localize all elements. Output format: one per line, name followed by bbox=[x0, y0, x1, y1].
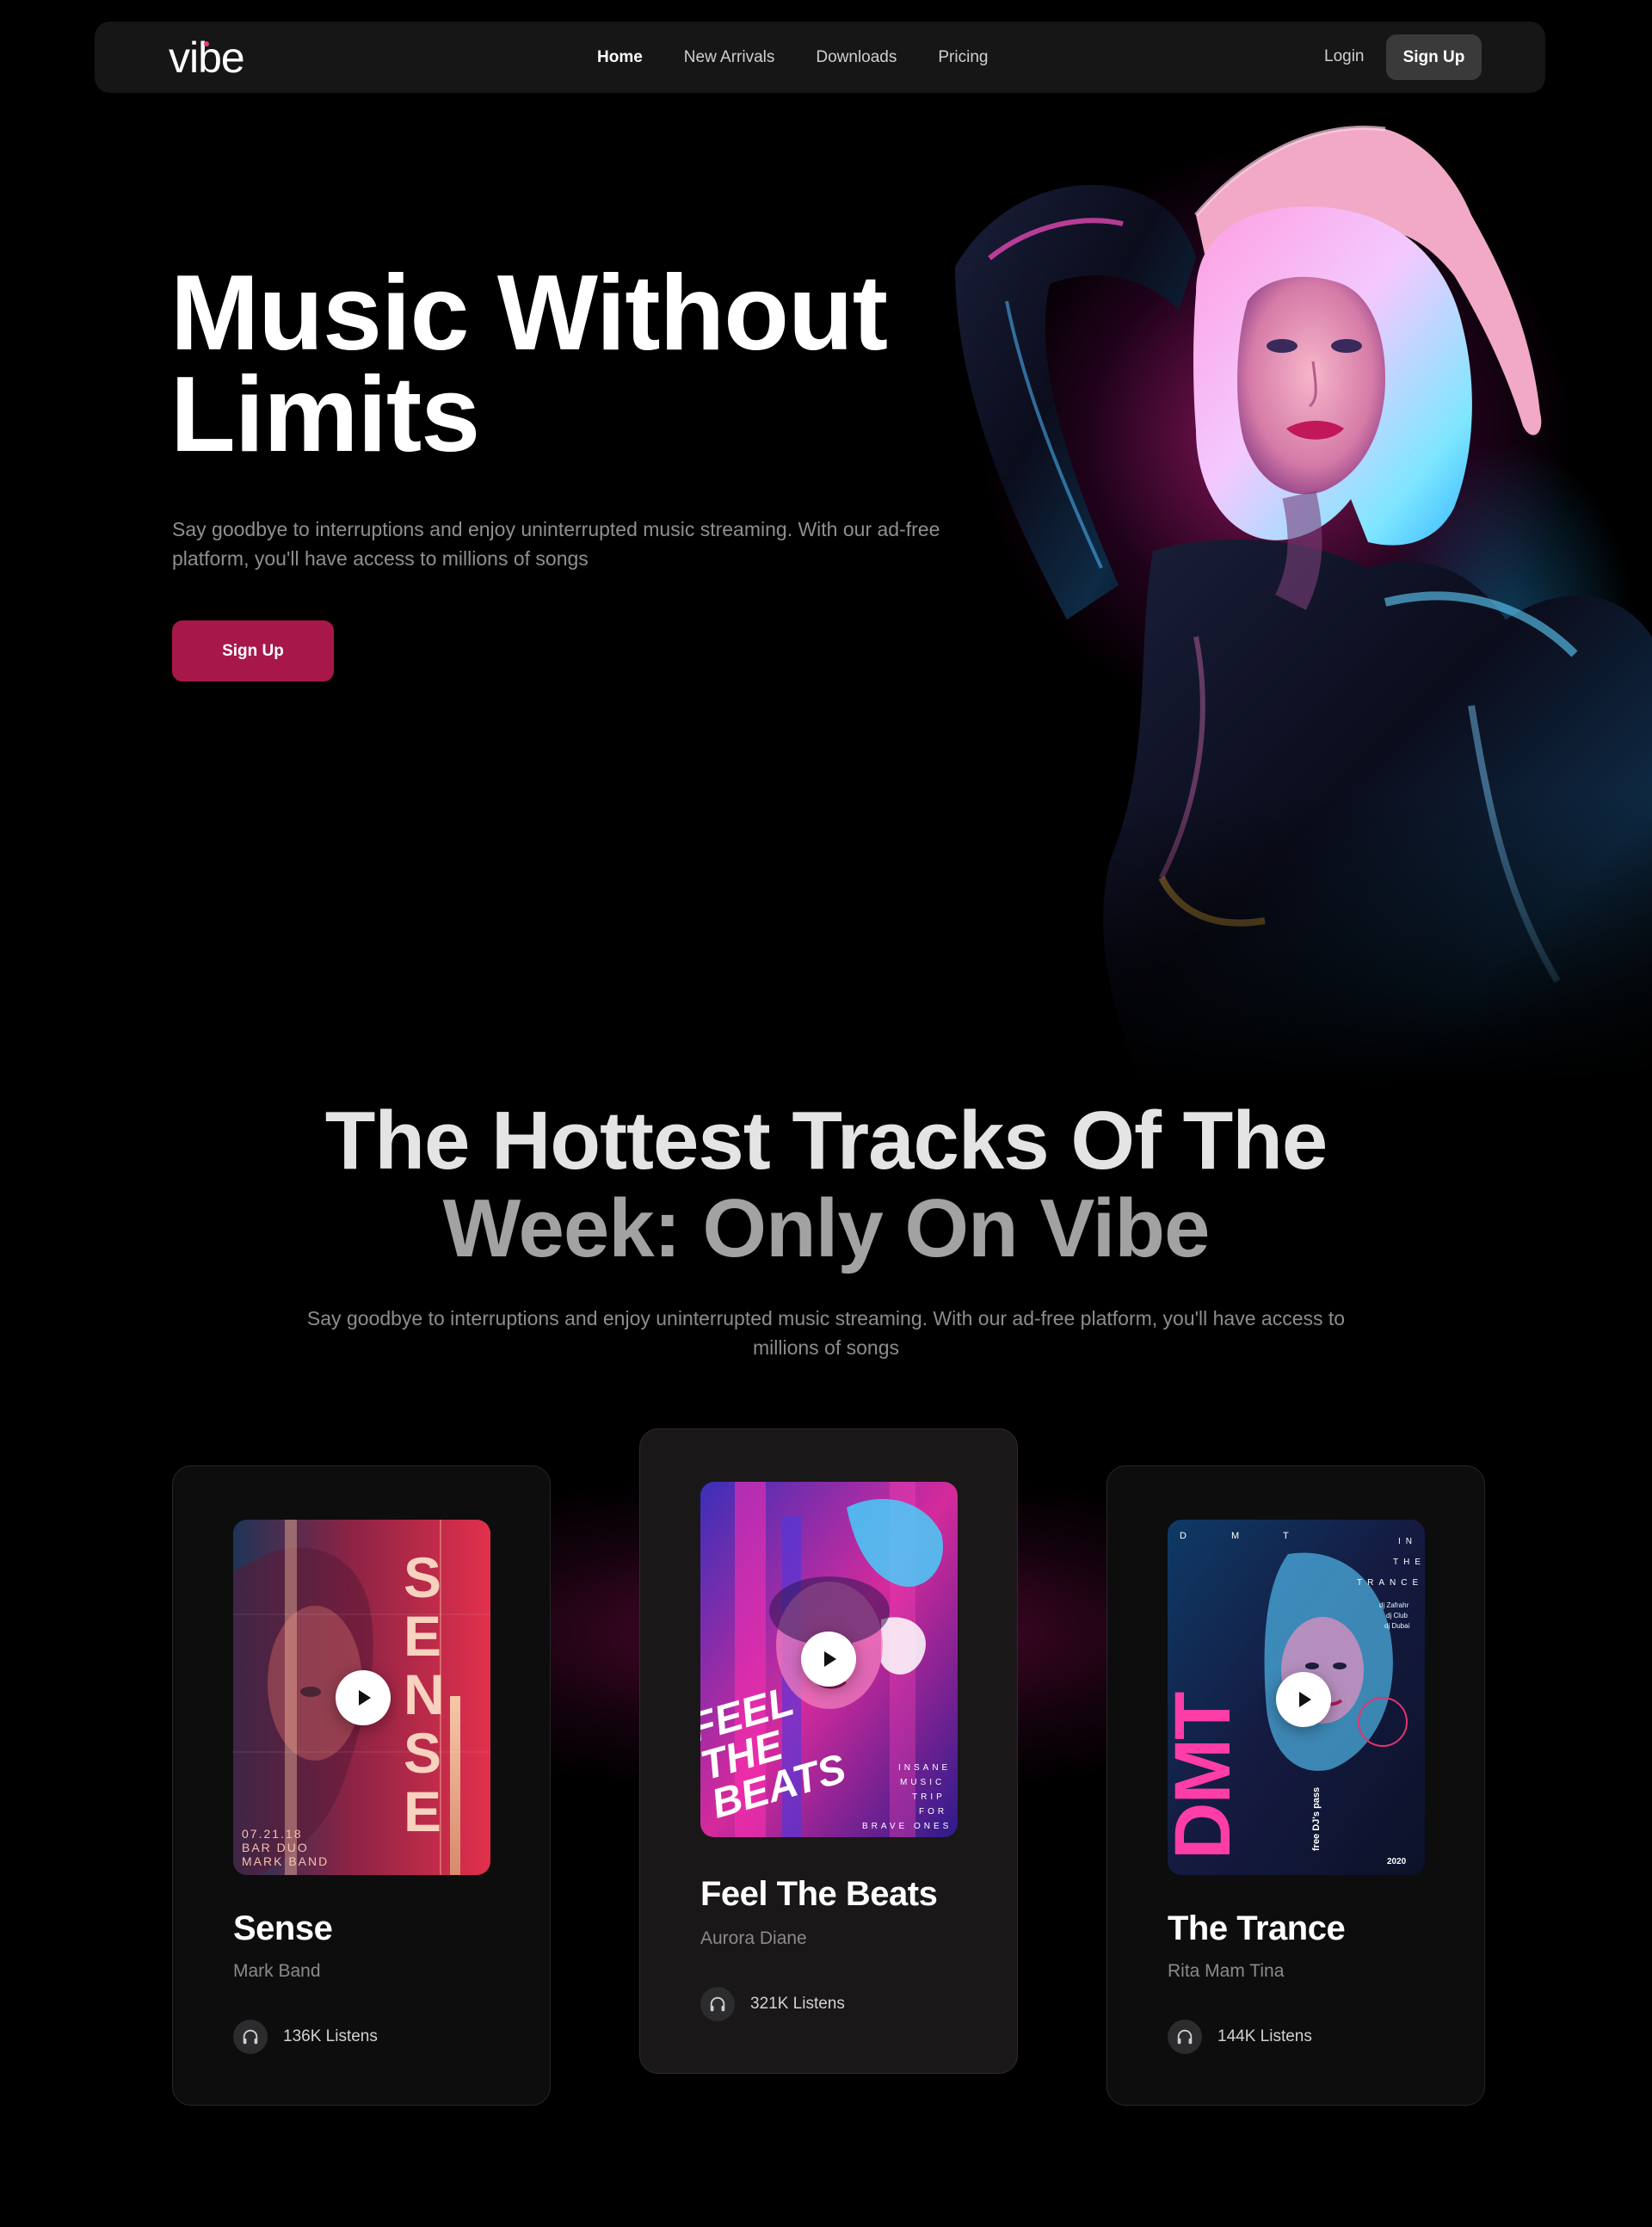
play-button-the-trance[interactable] bbox=[1276, 1672, 1331, 1727]
svg-text:S: S bbox=[404, 1721, 441, 1785]
cover-trance-year: 2020 bbox=[1387, 1857, 1407, 1866]
track-title-sense[interactable]: Sense bbox=[233, 1909, 333, 1948]
svg-text:dj Club: dj Club bbox=[1386, 1612, 1408, 1619]
cover-dmt-word: DMT bbox=[1168, 1692, 1247, 1860]
cover-sense-line3: MARK BAND bbox=[242, 1854, 329, 1868]
track-listens-the-trance: 144K Listens bbox=[1168, 2020, 1312, 2054]
track-card-sense[interactable]: S E N S E 07.21.18 BAR DUO MARK BAND Sen… bbox=[172, 1465, 551, 2106]
svg-text:BRAVE ONES: BRAVE ONES bbox=[862, 1822, 952, 1831]
svg-text:E: E bbox=[404, 1780, 441, 1843]
svg-text:T: T bbox=[1283, 1531, 1289, 1541]
hero-title: Music Without Limits bbox=[170, 254, 888, 474]
track-title-the-trance[interactable]: The Trance bbox=[1168, 1909, 1346, 1948]
nav-links: Home New Arrivals Downloads Pricing bbox=[597, 22, 988, 93]
track-card-the-trance[interactable]: DMT D M T IN THE TRANCE dj Zafrahr dj Cl… bbox=[1106, 1465, 1485, 2106]
tracks-section-title: The Hottest Tracks Of The Week: Only On … bbox=[172, 1097, 1480, 1273]
logo-dot bbox=[204, 41, 209, 46]
svg-text:M: M bbox=[1231, 1531, 1239, 1541]
svg-text:FOR: FOR bbox=[919, 1807, 947, 1817]
svg-text:IN: IN bbox=[1398, 1537, 1417, 1546]
play-icon bbox=[359, 1690, 371, 1706]
nav-link-pricing[interactable]: Pricing bbox=[938, 48, 988, 67]
svg-text:MUSIC: MUSIC bbox=[900, 1778, 945, 1787]
play-icon bbox=[1299, 1692, 1311, 1707]
svg-text:E: E bbox=[404, 1604, 441, 1668]
track-cover-feel-the-beats: FEEL THE BEATS INSANE MUSIC TRIP FOR BRA… bbox=[700, 1482, 958, 1837]
cover-sense-letter: S bbox=[404, 1545, 441, 1609]
track-title-feel-the-beats[interactable]: Feel The Beats bbox=[700, 1875, 938, 1914]
track-card-feel-the-beats[interactable]: FEEL THE BEATS INSANE MUSIC TRIP FOR BRA… bbox=[639, 1428, 1018, 2074]
svg-text:THE: THE bbox=[1393, 1558, 1425, 1567]
top-navbar: vibe Home New Arrivals Downloads Pricing… bbox=[95, 22, 1545, 93]
play-icon bbox=[824, 1651, 836, 1667]
svg-text:TRANCE: TRANCE bbox=[1357, 1578, 1423, 1588]
track-artist-feel-the-beats: Aurora Diane bbox=[700, 1928, 807, 1948]
track-listens-sense: 136K Listens bbox=[233, 2020, 378, 2054]
nav-link-downloads[interactable]: Downloads bbox=[816, 48, 897, 67]
hero-subtitle: Say goodbye to interruptions and enjoy u… bbox=[172, 518, 940, 570]
listens-count: 144K Listens bbox=[1217, 2027, 1312, 2045]
listens-count: 136K Listens bbox=[283, 2027, 378, 2045]
play-button-sense[interactable] bbox=[336, 1670, 391, 1725]
cover-sense-date: 07.21.18 bbox=[242, 1827, 303, 1841]
hero-model-image bbox=[938, 103, 1652, 1084]
headphones-icon bbox=[1168, 2020, 1202, 2054]
svg-text:dj Dubai: dj Dubai bbox=[1384, 1622, 1410, 1630]
nav-link-new-arrivals[interactable]: New Arrivals bbox=[684, 48, 775, 67]
nav-signup-button[interactable]: Sign Up bbox=[1386, 34, 1482, 80]
login-link[interactable]: Login bbox=[1324, 47, 1365, 66]
track-cover-sense: S E N S E 07.21.18 BAR DUO MARK BAND bbox=[233, 1520, 490, 1875]
svg-text:dj Zafrahr: dj Zafrahr bbox=[1379, 1601, 1409, 1609]
play-button-feel-the-beats[interactable] bbox=[801, 1632, 856, 1687]
vibe-logo[interactable]: vibe bbox=[169, 34, 280, 82]
hero-signup-button[interactable]: Sign Up bbox=[172, 620, 334, 682]
nav-link-home[interactable]: Home bbox=[597, 48, 643, 67]
cover-sense-line2: BAR DUO bbox=[242, 1841, 309, 1854]
svg-text:D: D bbox=[1180, 1531, 1187, 1541]
track-listens-feel-the-beats: 321K Listens bbox=[700, 1987, 845, 2021]
headphones-icon bbox=[233, 2020, 268, 2054]
track-cover-the-trance: DMT D M T IN THE TRANCE dj Zafrahr dj Cl… bbox=[1168, 1520, 1425, 1875]
headphones-icon bbox=[700, 1987, 735, 2021]
svg-text:TRIP: TRIP bbox=[912, 1792, 946, 1802]
track-artist-sense: Mark Band bbox=[233, 1961, 321, 1981]
svg-text:N: N bbox=[404, 1663, 445, 1726]
svg-text:INSANE: INSANE bbox=[898, 1763, 951, 1773]
tracks-title-line1: The Hottest Tracks Of The bbox=[324, 1095, 1328, 1187]
tracks-section-subtitle: Say goodbye to interruptions and enjoy u… bbox=[306, 1307, 1346, 1359]
tracks-title-line2: Week: Only On Vibe bbox=[442, 1182, 1211, 1274]
listens-count: 321K Listens bbox=[750, 1995, 845, 2013]
track-artist-the-trance: Rita Mam Tina bbox=[1168, 1961, 1285, 1981]
svg-text:free DJ's pass: free DJ's pass bbox=[1311, 1787, 1322, 1851]
